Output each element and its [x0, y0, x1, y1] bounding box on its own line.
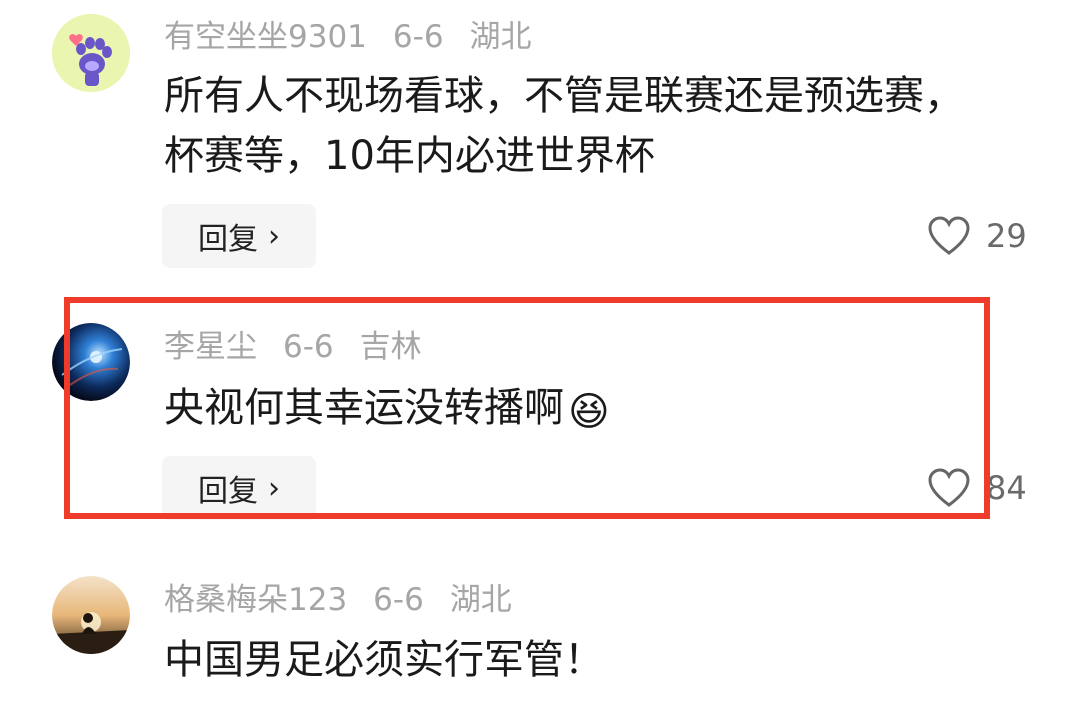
chevron-right-icon: ›	[268, 470, 280, 506]
comment-text: 所有人不现场看球，不管是联赛还是预选赛，杯赛等，10年内必进世界杯	[164, 73, 964, 179]
username[interactable]: 有空坐坐9301	[164, 19, 367, 55]
heart-icon	[928, 216, 970, 255]
comment-text-content: 央视何其幸运没转播啊	[164, 385, 564, 431]
comment-date: 6-6	[392, 19, 444, 55]
comment-location: 湖北	[469, 19, 532, 55]
avatar[interactable]	[52, 14, 130, 92]
comment-meta: 格桑梅朵123 6-6 湖北	[164, 580, 538, 620]
reply-button[interactable]: 回复 ›	[162, 456, 316, 520]
reply-label: 回复	[198, 222, 258, 257]
like-count: 84	[986, 469, 1027, 507]
comment-meta: 李星尘 6-6 吉林	[164, 327, 448, 367]
avatar[interactable]	[52, 576, 130, 654]
paw-avatar-icon	[52, 14, 130, 92]
comment-text: 央视何其幸运没转播啊 😆	[164, 378, 984, 442]
galaxy-avatar-icon	[52, 323, 130, 401]
comment-list: 有空坐坐9301 6-6 湖北 所有人不现场看球，不管是联赛还是预选赛，杯赛等，10…	[0, 0, 1080, 704]
like-count: 29	[986, 217, 1027, 255]
comment-meta: 有空坐坐9301 6-6 湖北	[164, 17, 558, 57]
comment-location: 湖北	[449, 582, 512, 618]
comment-location: 吉林	[359, 329, 422, 365]
username[interactable]: 格桑梅朵123	[164, 582, 347, 618]
sunset-avatar-icon	[52, 576, 130, 654]
avatar[interactable]	[52, 323, 130, 401]
reply-label: 回复	[198, 474, 258, 509]
heart-icon	[928, 468, 970, 507]
chevron-right-icon: ›	[268, 218, 280, 254]
comment-text: 中国男足必须实行军管！	[164, 637, 604, 683]
username[interactable]: 李星尘	[164, 329, 257, 365]
like-button[interactable]: 84	[928, 468, 1027, 508]
comment-date: 6-6	[373, 582, 424, 618]
laughing-emoji-icon: 😆	[568, 389, 610, 435]
like-button[interactable]: 29	[928, 216, 1027, 256]
comment-date: 6-6	[283, 329, 334, 365]
reply-button[interactable]: 回复 ›	[162, 204, 316, 268]
